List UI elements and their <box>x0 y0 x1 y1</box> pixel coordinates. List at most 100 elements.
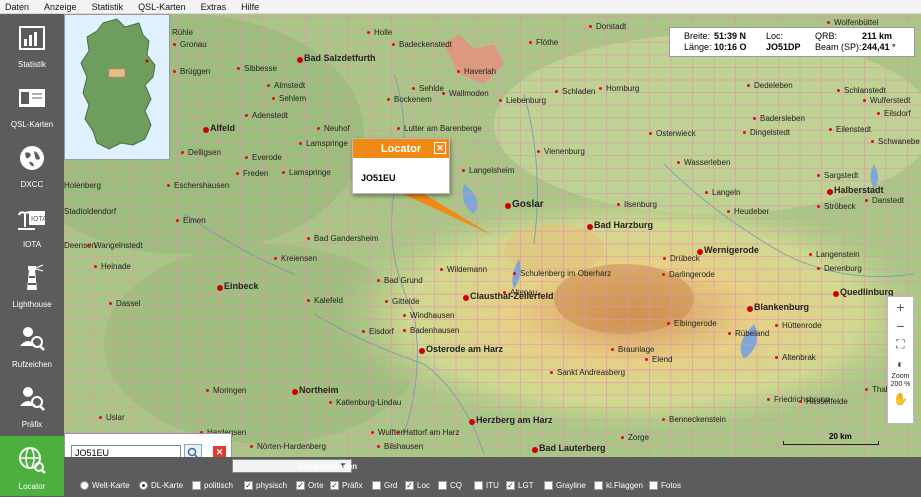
town-marker[interactable] <box>462 169 465 172</box>
town-marker[interactable] <box>587 224 593 230</box>
town-marker[interactable] <box>505 203 511 209</box>
town-marker[interactable] <box>173 43 176 46</box>
checkbox[interactable]: ✓ <box>405 481 414 490</box>
town-marker[interactable] <box>871 140 874 143</box>
town-marker[interactable] <box>297 57 303 63</box>
map-option-politisch[interactable]: politisch <box>192 481 233 490</box>
town-marker[interactable] <box>236 172 239 175</box>
town-marker[interactable] <box>728 332 731 335</box>
town-marker[interactable] <box>877 112 880 115</box>
town-marker[interactable] <box>412 87 415 90</box>
town-marker[interactable] <box>727 210 730 213</box>
radio-button[interactable] <box>139 481 148 490</box>
town-marker[interactable] <box>403 329 406 332</box>
menu-item-4[interactable]: Extras <box>196 2 237 12</box>
town-marker[interactable] <box>250 445 253 448</box>
globe-view-icon[interactable]: ◐ <box>887 354 914 373</box>
town-marker[interactable] <box>469 419 475 425</box>
town-marker[interactable] <box>532 447 538 453</box>
town-marker[interactable] <box>87 244 90 247</box>
town-marker[interactable] <box>181 151 184 154</box>
checkbox[interactable] <box>372 481 381 490</box>
menu-item-0[interactable]: Daten <box>0 2 39 12</box>
town-marker[interactable] <box>272 97 275 100</box>
town-marker[interactable] <box>245 114 248 117</box>
town-marker[interactable] <box>743 131 746 134</box>
town-marker[interactable] <box>282 171 285 174</box>
town-marker[interactable] <box>833 291 839 297</box>
town-marker[interactable] <box>245 156 248 159</box>
town-marker[interactable] <box>176 219 179 222</box>
close-icon[interactable]: ✕ <box>434 142 446 154</box>
town-marker[interactable] <box>362 330 365 333</box>
town-marker[interactable] <box>865 388 868 391</box>
town-marker[interactable] <box>387 98 390 101</box>
town-marker[interactable] <box>307 299 310 302</box>
checkbox[interactable]: ✓ <box>244 481 253 490</box>
town-marker[interactable] <box>385 300 388 303</box>
town-marker[interactable] <box>677 161 680 164</box>
sidebar-item-pr-fix[interactable]: Präfix <box>0 374 64 434</box>
town-marker[interactable] <box>799 400 802 403</box>
town-marker[interactable] <box>440 268 443 271</box>
sidebar-item-dxcc[interactable]: DXCC <box>0 134 64 194</box>
checkbox[interactable] <box>474 481 483 490</box>
sidebar-item-lighthouse[interactable]: Lighthouse <box>0 254 64 314</box>
town-marker[interactable] <box>299 142 302 145</box>
checkbox[interactable]: ✓ <box>330 481 339 490</box>
zusatz-option-lgt[interactable]: ✓ LGT <box>506 481 534 490</box>
zusatz-option-orte[interactable]: ✓ Orte <box>296 481 324 490</box>
town-marker[interactable] <box>274 257 277 260</box>
map-option-welt-karte[interactable]: Welt-Karte <box>80 481 130 490</box>
town-marker[interactable] <box>555 90 558 93</box>
town-marker[interactable] <box>377 445 380 448</box>
town-marker[interactable] <box>499 99 502 102</box>
checkbox[interactable] <box>192 481 201 490</box>
town-marker[interactable] <box>589 25 592 28</box>
radio-button[interactable] <box>80 481 89 490</box>
town-marker[interactable] <box>775 324 778 327</box>
town-marker[interactable] <box>863 99 866 102</box>
town-marker[interactable] <box>537 150 540 153</box>
town-marker[interactable] <box>621 436 624 439</box>
town-marker[interactable] <box>307 237 310 240</box>
town-marker[interactable] <box>237 67 240 70</box>
zusatz-option-loc[interactable]: ✓ Loc <box>405 481 430 490</box>
town-marker[interactable] <box>747 84 750 87</box>
town-marker[interactable] <box>442 92 445 95</box>
town-marker[interactable] <box>371 431 374 434</box>
sidebar-item-iota[interactable]: IOTA IOTA <box>0 194 64 254</box>
menu-item-1[interactable]: Anzeige <box>39 2 87 12</box>
town-marker[interactable] <box>829 128 832 131</box>
checkbox[interactable] <box>544 481 553 490</box>
town-marker[interactable] <box>267 84 270 87</box>
town-marker[interactable] <box>167 184 170 187</box>
town-marker[interactable] <box>827 189 833 195</box>
town-marker[interactable] <box>767 398 770 401</box>
town-marker[interactable] <box>396 431 399 434</box>
town-marker[interactable] <box>457 70 460 73</box>
overview-minimap[interactable] <box>64 14 170 160</box>
zusatz-option-pr-fix[interactable]: ✓ Präfix <box>330 481 362 490</box>
zusatz-option-grd[interactable]: Grd <box>372 481 397 490</box>
sidebar-item-locator[interactable]: Locator <box>0 436 64 496</box>
town-marker[interactable] <box>217 285 223 291</box>
town-marker[interactable] <box>329 401 332 404</box>
town-marker[interactable] <box>865 199 868 202</box>
town-marker[interactable] <box>377 279 380 282</box>
town-marker[interactable] <box>705 191 708 194</box>
town-marker[interactable] <box>206 389 209 392</box>
town-marker[interactable] <box>503 291 506 294</box>
fullscreen-icon[interactable]: ⛶ <box>887 335 914 354</box>
town-marker[interactable] <box>292 389 298 395</box>
town-marker[interactable] <box>397 127 400 130</box>
sidebar-item-statistik[interactable]: Statistik <box>0 14 64 74</box>
town-marker[interactable] <box>367 31 370 34</box>
town-marker[interactable] <box>753 117 756 120</box>
town-marker[interactable] <box>99 416 102 419</box>
town-marker[interactable] <box>109 302 112 305</box>
town-marker[interactable] <box>645 358 648 361</box>
zoom-in-button[interactable]: + <box>887 297 914 316</box>
town-marker[interactable] <box>403 314 406 317</box>
town-marker[interactable] <box>697 249 703 255</box>
